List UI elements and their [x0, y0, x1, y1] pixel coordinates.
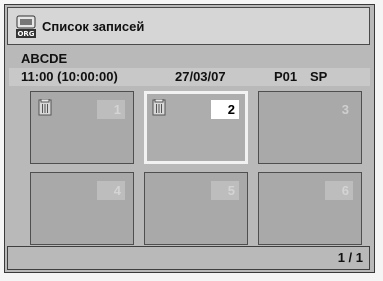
thumbnail-3[interactable]: 3 — [258, 91, 362, 164]
thumbnail-grid: 1 2 3 4 5 6 — [30, 91, 370, 246]
thumbnail-1[interactable]: 1 — [30, 91, 134, 164]
footer-bar: 1 / 1 — [7, 246, 370, 270]
thumbnail-2[interactable]: 2 — [144, 91, 248, 164]
org-icon: ORG — [16, 15, 36, 38]
record-details-bar: 11:00 (10:00:00) 27/03/07 P01 SP — [9, 68, 370, 86]
header-bar: ORG Список записей — [7, 7, 370, 45]
thumbnail-number: 5 — [211, 181, 239, 200]
page-title: Список записей — [42, 19, 145, 34]
record-title: ABCDE — [21, 51, 68, 66]
page-indicator: 1 / 1 — [337, 250, 363, 265]
trash-icon — [38, 99, 52, 116]
original-list-panel: ORG Список записей ABCDE 11:00 (10:00:00… — [4, 4, 375, 273]
record-program: P01 — [274, 69, 298, 84]
thumbnail-number: 6 — [325, 181, 353, 200]
trash-icon — [152, 99, 166, 116]
svg-text:ORG: ORG — [17, 30, 34, 38]
record-date: 27/03/07 — [175, 69, 226, 84]
record-time: 11:00 (10:00:00) — [21, 69, 118, 84]
thumbnail-number: 3 — [341, 102, 349, 117]
record-mode: SP — [310, 69, 328, 84]
thumbnail-number: 2 — [211, 100, 239, 119]
thumbnail-6[interactable]: 6 — [258, 172, 362, 245]
thumbnail-4[interactable]: 4 — [30, 172, 134, 245]
thumbnail-number: 4 — [97, 181, 125, 200]
screen: ORG Список записей ABCDE 11:00 (10:00:00… — [0, 0, 383, 281]
thumbnail-number: 1 — [97, 100, 125, 119]
thumbnail-5[interactable]: 5 — [144, 172, 248, 245]
